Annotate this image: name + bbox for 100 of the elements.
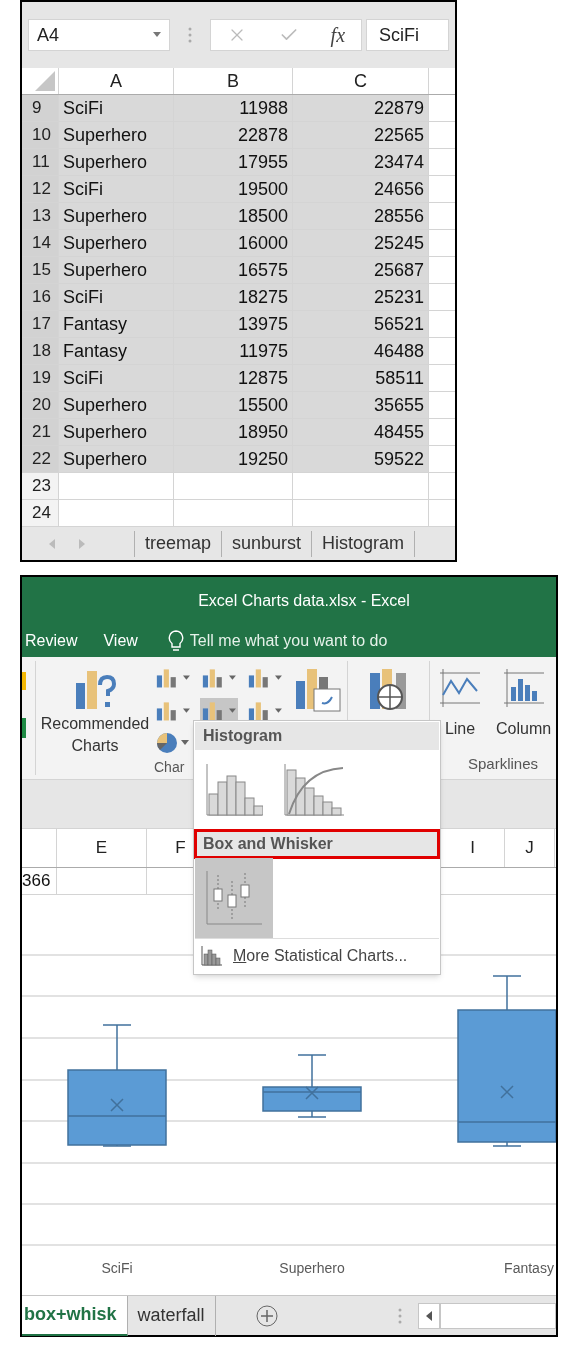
table-cell[interactable]: Superhero (59, 149, 174, 176)
row-header[interactable]: 13 (22, 203, 59, 230)
scroll-left-button[interactable] (417, 1302, 440, 1329)
caret-icon (275, 673, 282, 683)
table-cell[interactable]: Fantasy (59, 338, 174, 365)
table-cell[interactable]: Superhero (59, 419, 174, 446)
row-header[interactable]: 9 (22, 95, 59, 122)
pie-chart-icon[interactable] (156, 732, 178, 755)
table-cell[interactable]: 13975 (174, 311, 293, 338)
table-cell[interactable]: 11988 (174, 95, 293, 122)
table-cell[interactable]: Superhero (59, 203, 174, 230)
grid-heading[interactable]: A (59, 68, 174, 94)
table-cell[interactable]: SciFi (59, 95, 174, 122)
row-header[interactable]: 15 (22, 257, 59, 284)
table-cell[interactable]: 17955 (174, 149, 293, 176)
table-cell[interactable]: SciFi (59, 365, 174, 392)
table-cell[interactable]: 25687 (293, 257, 429, 284)
table-cell[interactable]: Superhero (59, 392, 174, 419)
histogram-icon[interactable] (205, 764, 263, 816)
row-header[interactable]: 14 (22, 230, 59, 257)
row-header[interactable]: 23 (22, 473, 59, 500)
table-cell[interactable]: 18500 (174, 203, 293, 230)
row-header[interactable]: 19 (22, 365, 59, 392)
formula-field[interactable]: SciFi (366, 19, 449, 51)
table-cell[interactable]: 28556 (293, 203, 429, 230)
table-cell[interactable]: 59522 (293, 446, 429, 473)
row-header[interactable]: 24 (22, 500, 59, 527)
row-header[interactable]: 11 (22, 149, 59, 176)
table-cell[interactable]: 35655 (293, 392, 429, 419)
table-cell[interactable]: Fantasy (59, 311, 174, 338)
table-cell[interactable] (293, 500, 429, 527)
row-header[interactable]: 12 (22, 176, 59, 203)
table-cell[interactable]: 15500 (174, 392, 293, 419)
row-header[interactable]: 16 (22, 284, 59, 311)
name-box[interactable]: A4 (28, 19, 170, 51)
table-cell[interactable]: 16000 (174, 230, 293, 257)
line-sparkline-icon[interactable] (439, 667, 481, 709)
box-whisker-icon[interactable] (205, 871, 263, 925)
table-cell[interactable]: Superhero (59, 446, 174, 473)
scroll-right-icon (78, 538, 86, 549)
grid-heading[interactable]: E (57, 829, 147, 867)
tell-me-field[interactable]: Tell me what you want to do (189, 629, 388, 653)
table-cell[interactable]: 24656 (293, 176, 429, 203)
table-cell[interactable]: 19500 (174, 176, 293, 203)
line-chart-button[interactable]: Line (444, 717, 476, 741)
table-cell[interactable] (174, 500, 293, 527)
table-cell[interactable] (59, 473, 174, 500)
statistic-chart-icon (201, 946, 223, 966)
table-cell[interactable]: 25231 (293, 284, 429, 311)
grid-heading[interactable]: B (174, 68, 293, 94)
row-header[interactable]: 18 (22, 338, 59, 365)
grip-icon (397, 1307, 402, 1324)
table-cell[interactable]: 19250 (174, 446, 293, 473)
table-cell[interactable]: Superhero (59, 257, 174, 284)
grid-heading[interactable]: J (505, 829, 555, 867)
table-cell[interactable]: 16575 (174, 257, 293, 284)
table-cell[interactable]: 18275 (174, 284, 293, 311)
table-cell[interactable]: SciFi (59, 176, 174, 203)
column-sparkline-icon[interactable] (502, 667, 545, 709)
table-cell[interactable]: 25245 (293, 230, 429, 257)
table-cell[interactable]: 18950 (174, 419, 293, 446)
ribbon-tab[interactable]: Review (25, 629, 78, 653)
add-sheet-icon[interactable] (255, 1304, 278, 1327)
row-header[interactable]: 22 (22, 446, 59, 473)
row-header[interactable]: 10 (22, 122, 59, 149)
table-cell[interactable]: 12875 (174, 365, 293, 392)
table-cell[interactable] (59, 500, 174, 527)
table-cell[interactable]: 48455 (293, 419, 429, 446)
ribbon-tab[interactable]: View (103, 629, 138, 653)
table-cell[interactable]: 46488 (293, 338, 429, 365)
sheet-tab[interactable]: treemap (134, 530, 222, 557)
row-header[interactable]: 21 (22, 419, 59, 446)
table-cell[interactable] (174, 473, 293, 500)
table-cell[interactable]: 58511 (293, 365, 429, 392)
table-cell[interactable]: 366 (22, 868, 57, 894)
table-cell[interactable]: SciFi (59, 284, 174, 311)
sheet-tab[interactable]: waterfall (127, 1295, 216, 1336)
pareto-chart-icon[interactable] (283, 764, 345, 816)
table-cell[interactable]: 56521 (293, 311, 429, 338)
more-statistical-charts-item[interactable]: More Statistical Charts... (233, 944, 408, 968)
grid-heading[interactable]: C (293, 68, 429, 94)
insert-function-button[interactable]: fx (330, 20, 346, 50)
table-cell[interactable]: 22565 (293, 122, 429, 149)
pivot-chart-icon[interactable] (294, 667, 342, 713)
table-cell[interactable]: 22878 (174, 122, 293, 149)
table-cell[interactable]: 22879 (293, 95, 429, 122)
sheet-tab[interactable]: sunburst (221, 530, 312, 557)
table-cell[interactable]: Superhero (59, 230, 174, 257)
row-header[interactable]: 20 (22, 392, 59, 419)
horizontal-scrollbar[interactable] (439, 1302, 556, 1329)
row-header[interactable]: 17 (22, 311, 59, 338)
sheet-tab[interactable]: box+whisk (22, 1295, 128, 1336)
table-cell[interactable]: Superhero (59, 122, 174, 149)
table-cell[interactable] (293, 473, 429, 500)
table-cell[interactable]: 11975 (174, 338, 293, 365)
sheet-tab[interactable]: Histogram (311, 530, 415, 557)
table-cell[interactable]: 23474 (293, 149, 429, 176)
group-label: Sparklines (468, 753, 540, 774)
recommended-charts-button[interactable]: Recommended Charts (36, 657, 154, 757)
column-chart-button[interactable]: Column (496, 717, 552, 741)
